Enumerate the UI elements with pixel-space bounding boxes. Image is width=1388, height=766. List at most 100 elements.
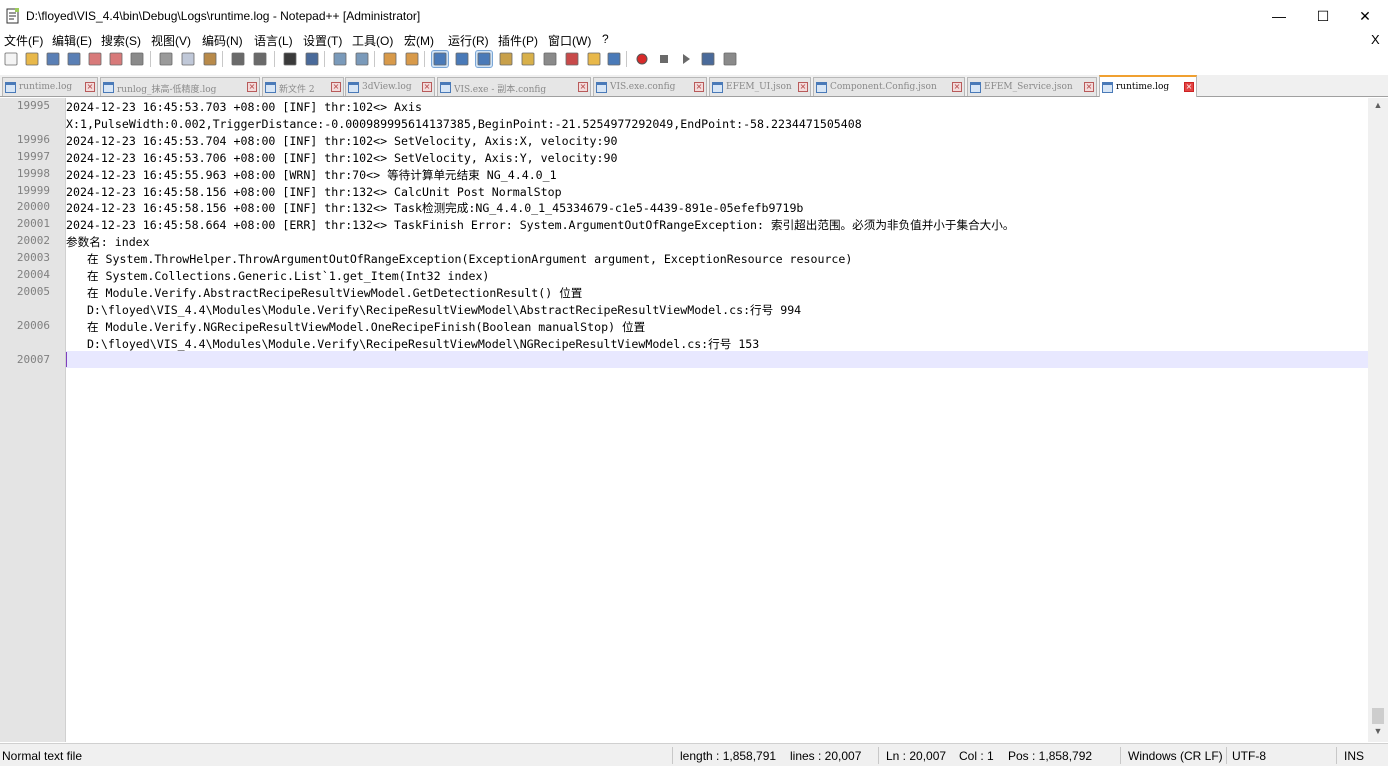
show-all-chars-icon[interactable] <box>454 51 470 67</box>
save-all-icon[interactable] <box>66 51 82 67</box>
tab-close-icon[interactable]: × <box>694 82 704 92</box>
code-line: D:\floyed\VIS_4.4\Modules\Module.Verify\… <box>66 336 760 351</box>
vertical-scrollbar[interactable]: ▲ ▼ <box>1368 98 1388 742</box>
redo-icon[interactable] <box>252 51 268 67</box>
function-list-icon[interactable] <box>564 51 580 67</box>
status-insert-mode[interactable]: INS <box>1344 749 1364 763</box>
tab-new-file-2[interactable]: 新文件 2 × <box>262 77 344 96</box>
menu-run[interactable]: 运行(R) <box>448 32 489 49</box>
tab-component-config-json[interactable]: Component.Config.json × <box>813 77 965 96</box>
tab-efem-ui-json[interactable]: EFEM_UI.json × <box>709 77 811 96</box>
word-wrap-icon[interactable] <box>431 50 449 68</box>
close-window-button[interactable]: ✕ <box>1342 0 1388 32</box>
status-eol[interactable]: Windows (CR LF) <box>1128 749 1223 763</box>
stop-record-icon[interactable] <box>656 51 672 67</box>
toolbar-separator <box>324 51 325 67</box>
new-file-icon[interactable] <box>3 51 19 67</box>
tab-label: EFEM_UI.json <box>726 82 792 92</box>
paste-icon[interactable] <box>202 51 218 67</box>
scroll-down-arrow-icon[interactable]: ▼ <box>1368 726 1388 740</box>
menu-help[interactable]: ? <box>602 32 609 46</box>
line-number: 20001 <box>16 217 50 231</box>
file-icon <box>265 82 276 93</box>
tab-vis-exe-copy-config[interactable]: VIS.exe - 副本.config × <box>437 77 591 96</box>
toolbar-separator <box>274 51 275 67</box>
tab-vis-exe-config[interactable]: VIS.exe.config × <box>593 77 707 96</box>
code-line: 在 System.ThrowHelper.ThrowArgumentOutOfR… <box>66 252 853 267</box>
menu-window[interactable]: 窗口(W) <box>548 32 591 49</box>
code-line: 2024-12-23 16:45:53.704 +08:00 [INF] thr… <box>66 133 618 148</box>
close-all-icon[interactable] <box>108 51 124 67</box>
zoom-out-icon[interactable] <box>354 51 370 67</box>
toolbar-separator <box>424 51 425 67</box>
code-line: D:\floyed\VIS_4.4\Modules\Module.Verify\… <box>66 302 802 317</box>
sync-vertical-icon[interactable] <box>382 51 398 67</box>
save-macro-icon[interactable] <box>722 51 738 67</box>
tab-close-icon[interactable]: × <box>578 82 588 92</box>
menu-search[interactable]: 搜索(S) <box>101 32 141 49</box>
tab-close-icon[interactable]: × <box>422 82 432 92</box>
open-file-icon[interactable] <box>24 51 40 67</box>
zoom-in-icon[interactable] <box>332 51 348 67</box>
close-icon[interactable] <box>87 51 103 67</box>
tab-close-icon[interactable]: × <box>331 82 341 92</box>
define-language-icon[interactable] <box>498 51 514 67</box>
menu-language[interactable]: 语言(L) <box>254 32 293 49</box>
cut-icon[interactable] <box>158 51 174 67</box>
tab-close-icon[interactable]: × <box>952 82 962 92</box>
monitoring-icon[interactable] <box>606 51 622 67</box>
menu-macro[interactable]: 宏(M) <box>404 32 434 49</box>
menu-plugins[interactable]: 插件(P) <box>498 32 538 49</box>
scroll-thumb[interactable] <box>1372 708 1384 724</box>
menu-encoding[interactable]: 编码(N) <box>202 32 243 49</box>
line-number: 20004 <box>16 268 50 281</box>
record-macro-icon[interactable] <box>634 51 650 67</box>
tab-runtime-log-1[interactable]: runtime.log × <box>2 77 98 96</box>
tab-close-icon[interactable]: × <box>85 82 95 92</box>
line-number: 19999 <box>16 183 50 197</box>
menu-settings[interactable]: 设置(T) <box>303 32 342 49</box>
tab-3dview-log[interactable]: 3dView.log × <box>345 77 435 96</box>
scroll-up-arrow-icon[interactable]: ▲ <box>1368 100 1388 114</box>
doc-map-icon[interactable] <box>520 51 536 67</box>
window-title: D:\floyed\VIS_4.4\bin\Debug\Logs\runtime… <box>26 9 421 23</box>
close-document-button[interactable]: X <box>1371 32 1380 47</box>
replace-icon[interactable] <box>304 51 320 67</box>
folder-workspace-icon[interactable] <box>586 51 602 67</box>
doc-list-icon[interactable] <box>542 51 558 67</box>
save-icon[interactable] <box>45 51 61 67</box>
maximize-button[interactable]: ☐ <box>1300 0 1346 32</box>
tab-close-icon[interactable]: × <box>1084 82 1094 92</box>
undo-icon[interactable] <box>230 51 246 67</box>
status-file-type: Normal text file <box>2 749 83 763</box>
minimize-button[interactable]: — <box>1256 0 1302 32</box>
text-area[interactable]: 2024-12-23 16:45:53.703 +08:00 [INF] thr… <box>66 98 1368 742</box>
tab-close-icon[interactable]: × <box>798 82 808 92</box>
tab-label: VIS.exe - 副本.config <box>454 85 547 95</box>
editor: 19995 19996 19997 19998 19999 20000 20001 20002… <box>0 98 1388 742</box>
find-icon[interactable] <box>282 51 298 67</box>
toolbar <box>0 49 1388 71</box>
tab-close-icon[interactable]: × <box>1184 82 1194 92</box>
run-macro-multiple-icon[interactable] <box>700 51 716 67</box>
tab-efem-service-json[interactable]: EFEM_Service.json × <box>967 77 1097 96</box>
sync-horizontal-icon[interactable] <box>404 51 420 67</box>
tab-close-icon[interactable]: × <box>247 82 257 92</box>
status-encoding[interactable]: UTF-8 <box>1232 749 1266 763</box>
tab-runtime-log-active[interactable]: runtime.log × <box>1099 75 1197 97</box>
tab-label: 新文件 2 <box>279 85 315 95</box>
line-number: 20002 <box>16 234 50 248</box>
tab-runlog-precision[interactable]: runlog_抹高-低精度.log × <box>100 77 260 96</box>
menu-edit[interactable]: 编辑(E) <box>52 32 92 49</box>
indent-guide-icon[interactable] <box>475 50 493 68</box>
file-icon <box>5 82 16 93</box>
line-number: 19998 <box>16 166 50 180</box>
play-macro-icon[interactable] <box>678 51 694 67</box>
copy-icon[interactable] <box>180 51 196 67</box>
menu-file[interactable]: 文件(F) <box>4 32 43 49</box>
tab-label: 3dView.log <box>362 82 412 92</box>
menu-tools[interactable]: 工具(O) <box>352 32 393 49</box>
menu-view[interactable]: 视图(V) <box>151 32 191 49</box>
line-number-gutter: 19995 19996 19997 19998 19999 20000 20001 20002… <box>0 98 66 742</box>
print-icon[interactable] <box>129 51 145 67</box>
